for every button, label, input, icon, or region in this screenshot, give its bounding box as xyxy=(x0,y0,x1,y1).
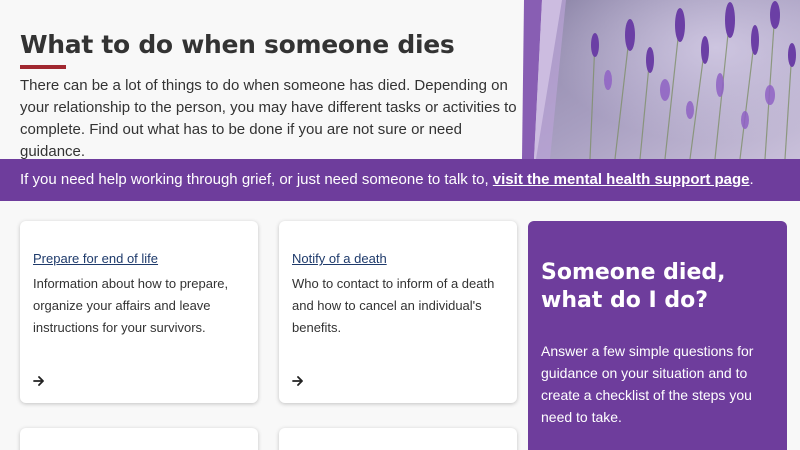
banner-text: If you need help working through grief, … xyxy=(20,171,493,188)
card-prepare-end-of-life[interactable]: Prepare for end of life Information abou… xyxy=(20,221,258,403)
grief-support-banner: If you need help working through grief, … xyxy=(0,159,800,201)
lavender-flowers-image xyxy=(520,0,800,159)
banner-suffix: . xyxy=(749,171,754,188)
card-description: Information about how to prepare, organi… xyxy=(33,276,229,335)
cta-title: Someone died, what do I do? xyxy=(541,260,726,313)
mental-health-support-link[interactable]: visit the mental health support page xyxy=(493,171,750,188)
card-partial[interactable] xyxy=(20,428,258,450)
page-title: What to do when someone dies xyxy=(20,30,455,59)
hero-intro-text: There can be a lot of things to do when … xyxy=(20,77,517,159)
arrow-right-icon[interactable] xyxy=(33,375,45,387)
content-section: Prepare for end of life Information abou… xyxy=(0,201,800,450)
someone-died-cta-panel[interactable]: Someone died, what do I do? Answer a few… xyxy=(528,221,787,450)
card-notify-of-death[interactable]: Notify of a death Who to contact to info… xyxy=(279,221,517,403)
card-title-link[interactable]: Prepare for end of life xyxy=(33,251,158,266)
card-title-link[interactable]: Notify of a death xyxy=(292,251,387,266)
cta-description: Answer a few simple questions for guidan… xyxy=(541,343,754,425)
card-description: Who to contact to inform of a death and … xyxy=(292,276,495,335)
card-partial[interactable] xyxy=(279,428,517,450)
hero-section: What to do when someone dies There can b… xyxy=(0,0,800,159)
title-underline xyxy=(20,65,66,69)
arrow-right-icon[interactable] xyxy=(292,375,304,387)
